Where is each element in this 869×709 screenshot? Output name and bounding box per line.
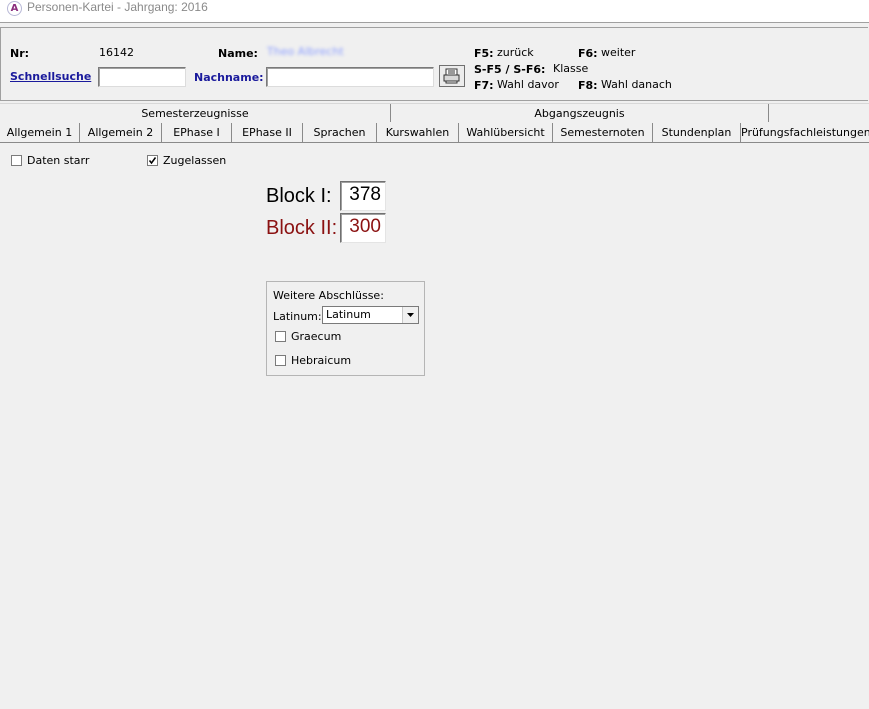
block-2-label: Block II:: [266, 217, 338, 239]
lastname-label: Nachname:: [194, 71, 264, 84]
block-1-label: Block I:: [266, 185, 332, 207]
daten-starr-checkbox[interactable]: [11, 155, 22, 166]
shortcut-key-f6: F6:: [578, 47, 598, 60]
nr-value: 16142: [99, 46, 134, 59]
latinum-dropdown-button[interactable]: [402, 307, 418, 323]
printer-icon: [443, 68, 460, 84]
zugelassen-label: Zugelassen: [163, 154, 227, 167]
latinum-select[interactable]: Latinum: [322, 306, 419, 324]
shortcut-text-f8: Wahl danach: [601, 78, 672, 91]
quicksearch-link[interactable]: Schnellsuche: [10, 70, 91, 83]
shortcut-text-klasse: Klasse: [553, 62, 589, 75]
zugelassen-checkbox[interactable]: [147, 155, 158, 166]
weitere-abschluesse-title: Weitere Abschlüsse:: [273, 289, 384, 302]
title-divider: [0, 22, 869, 23]
shortcut-text-f5: zurück: [497, 46, 534, 59]
latinum-selected-value: Latinum: [326, 308, 371, 321]
block-2-value: 300: [340, 213, 386, 243]
tab-abgangszeugnis[interactable]: Abgangszeugnis: [391, 104, 769, 122]
shortcut-text-f7: Wahl davor: [497, 78, 559, 91]
chevron-down-icon: [407, 313, 414, 317]
latinum-label: Latinum:: [273, 310, 322, 323]
shortcut-text-f6: weiter: [601, 46, 636, 59]
nr-label: Nr:: [10, 47, 30, 60]
checkmark-icon: [148, 157, 157, 165]
print-button[interactable]: [439, 65, 465, 87]
shortcut-key-f7: F7:: [474, 79, 494, 92]
name-label: Name:: [218, 47, 258, 60]
app-logo-icon: A: [7, 1, 22, 16]
tab-ephase-2[interactable]: EPhase II: [232, 123, 303, 142]
name-value: Theo Albrecht: [267, 45, 344, 58]
daten-starr-label: Daten starr: [27, 154, 90, 167]
tab-sprachen[interactable]: Sprachen: [303, 123, 377, 142]
graecum-checkbox[interactable]: [275, 331, 286, 342]
shortcut-key-f5: F5:: [474, 47, 494, 60]
tab-allgemein-1[interactable]: Allgemein 1: [0, 123, 80, 142]
lastname-input[interactable]: [266, 67, 434, 87]
tab-stundenplan[interactable]: Stundenplan: [653, 123, 741, 142]
person-header-panel: [0, 27, 868, 101]
tab-semesterzeugnisse[interactable]: Semesterzeugnisse: [0, 104, 391, 122]
tab-pruefungsfachleistungen[interactable]: Prüfungsfachleistungen: [741, 123, 869, 142]
graecum-label: Graecum: [291, 330, 342, 343]
hebraicum-checkbox[interactable]: [275, 355, 286, 366]
tab-ephase-1[interactable]: EPhase I: [162, 123, 232, 142]
block-1-value: 378: [340, 181, 386, 211]
tab-wahluebersicht[interactable]: Wahlübersicht: [459, 123, 553, 142]
quicksearch-input[interactable]: [98, 67, 186, 87]
window-title: Personen-Kartei - Jahrgang: 2016: [27, 0, 208, 14]
tab-kurswahlen[interactable]: Kurswahlen: [377, 123, 459, 142]
shortcut-key-f8: F8:: [578, 79, 598, 92]
hebraicum-label: Hebraicum: [291, 354, 352, 367]
tab-semesternoten[interactable]: Semesternoten: [553, 123, 653, 142]
tab-allgemein-2[interactable]: Allgemein 2: [80, 123, 162, 142]
shortcut-key-sf5-sf6: S-F5 / S-F6:: [474, 63, 546, 76]
tabs-divider: [0, 142, 869, 143]
